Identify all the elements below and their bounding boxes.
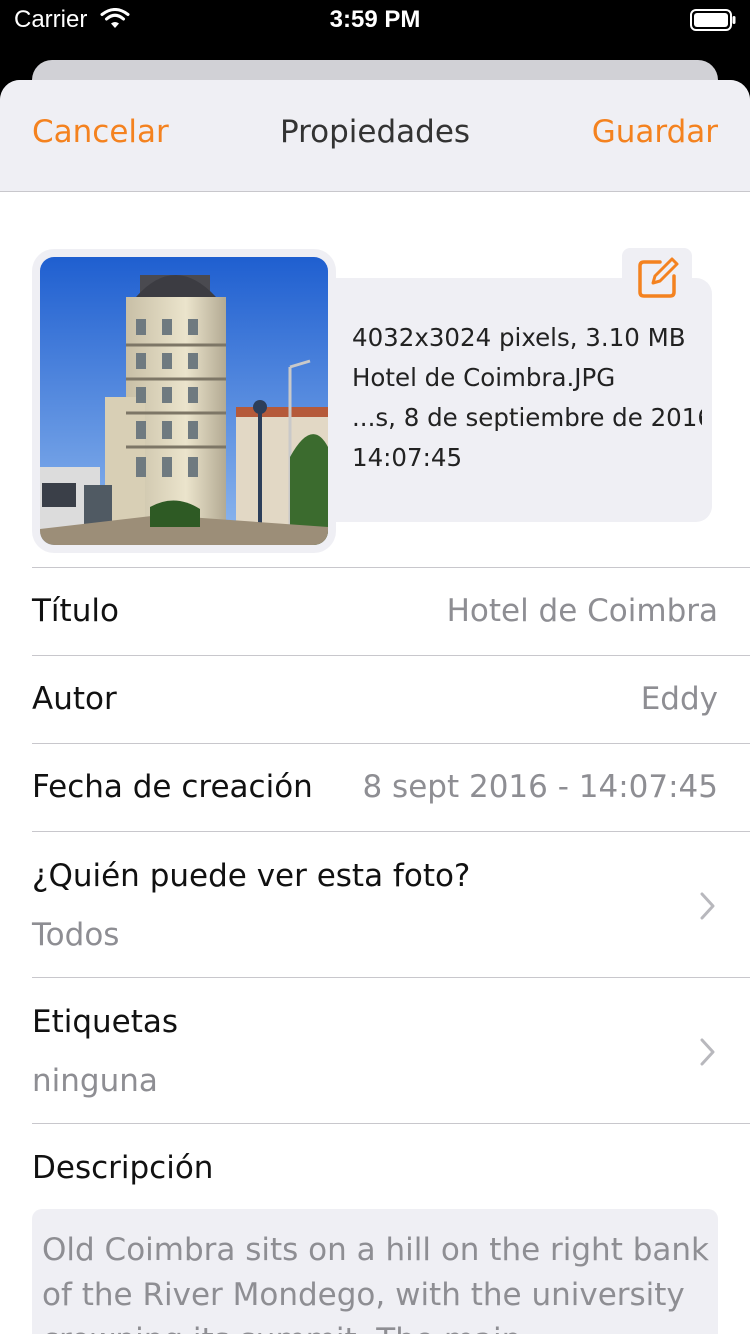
creation-date-label: Fecha de creación [32, 769, 313, 805]
visibility-value: Todos [32, 917, 120, 953]
visibility-label: ¿Quién puede ver esta foto? [32, 858, 471, 894]
info-filename: Hotel de Coimbra.JPG [352, 363, 616, 392]
status-time: 3:59 PM [329, 6, 421, 33]
divider [32, 831, 750, 832]
tags-value: ninguna [32, 1063, 158, 1099]
divider [32, 1123, 750, 1124]
photo-thumbnail[interactable] [40, 257, 328, 545]
chevron-right-icon [700, 1038, 715, 1066]
divider [32, 655, 750, 656]
title-field[interactable]: Hotel de Coimbra [447, 593, 718, 629]
divider [32, 567, 750, 568]
info-dimensions: 4032x3024 pixels, 3.10 MB [352, 323, 686, 352]
description-label: Descripción [32, 1150, 214, 1186]
navigation-bar: Cancelar Propiedades Guardar [0, 80, 750, 192]
info-date: ...s, 8 de septiembre de 2016 [352, 403, 702, 432]
properties-sheet: Cancelar Propiedades Guardar 4032x3024 p… [0, 80, 750, 1334]
creation-date-field[interactable]: 8 sept 2016 - 14:07:45 [362, 769, 718, 805]
divider [32, 977, 750, 978]
chevron-right-icon [700, 892, 715, 920]
photo-info-text: 4032x3024 pixels, 3.10 MB Hotel de Coimb… [352, 318, 702, 478]
battery-icon [690, 9, 736, 31]
title-label: Título [32, 593, 119, 629]
author-label: Autor [32, 681, 117, 717]
tags-label: Etiquetas [32, 1004, 179, 1040]
divider [32, 743, 750, 744]
save-button[interactable]: Guardar [592, 114, 718, 150]
edit-icon[interactable] [636, 256, 680, 300]
info-time: 14:07:45 [352, 443, 463, 472]
description-text: Old Coimbra sits on a hill on the right … [42, 1232, 709, 1334]
status-bar: Carrier 3:59 PM [0, 0, 750, 40]
author-field[interactable]: Eddy [641, 681, 718, 717]
